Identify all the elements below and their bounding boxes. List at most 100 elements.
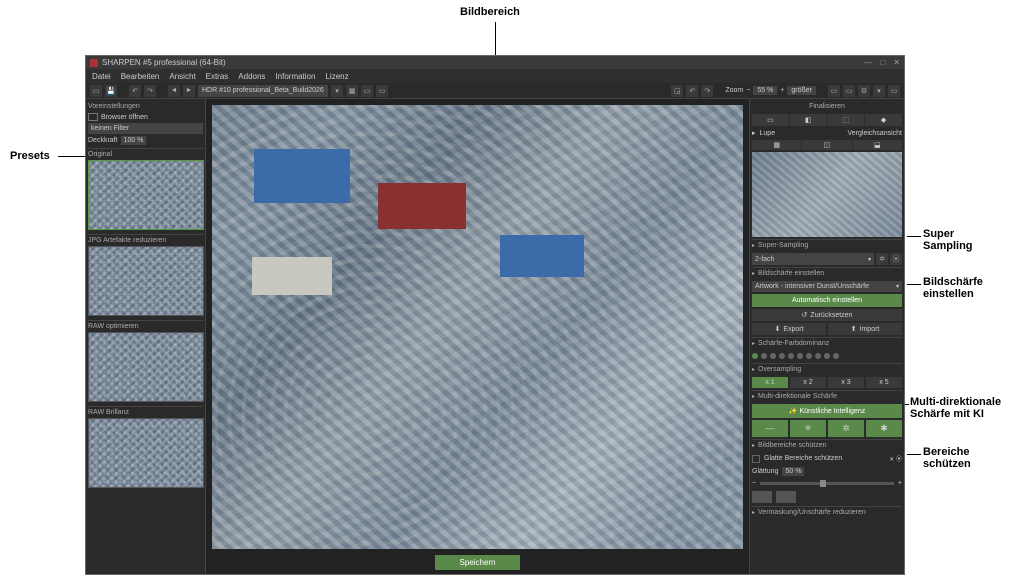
oversampling-heading[interactable]: Oversampling [752, 363, 902, 375]
image-viewport[interactable] [212, 105, 743, 549]
filter-select[interactable]: keinen Filter [88, 123, 203, 134]
protect-close-icon[interactable]: ✕ ⦿ [889, 454, 902, 463]
tool-grid-icon[interactable]: ▦ [346, 85, 358, 97]
menu-ansicht[interactable]: Ansicht [169, 72, 195, 81]
right-panel: Finalisieren ▭ ◧ ⬚ ◆ ▸ Lupe Vergleichsan… [749, 99, 904, 574]
tool-undo-icon[interactable]: ↶ [129, 85, 141, 97]
preview-mode-2[interactable]: ◫ [802, 140, 851, 150]
color-dominance-heading[interactable]: Schärfe-Farbdominanz [752, 337, 902, 349]
tool-redo-icon[interactable]: ↷ [144, 85, 156, 97]
supersampling-select[interactable]: 2-fach [752, 253, 874, 265]
menu-datei[interactable]: Datei [92, 72, 111, 81]
multidir-heading[interactable]: Multi-direktionale Schärfe [752, 390, 902, 402]
zoom-out-button[interactable]: − [746, 87, 750, 94]
tool-b-icon[interactable]: ▭ [376, 85, 388, 97]
ss-btn-b[interactable]: ⦿ [890, 253, 902, 265]
tool-dropdown-icon[interactable]: ▾ [331, 85, 343, 97]
tool-crop-icon[interactable]: ◲ [671, 85, 683, 97]
protect-checkbox[interactable] [752, 455, 760, 463]
masking-heading[interactable]: Vermaskung/Unschärfe reduzieren [752, 506, 902, 518]
tool-c-icon[interactable]: ▭ [828, 85, 840, 97]
opacity-value[interactable]: 100 % [121, 136, 147, 145]
smoothing-slider[interactable] [760, 482, 894, 485]
window-title: SHARPEN #5 professional (64-Bit) [102, 58, 226, 67]
lupe-label: Lupe [760, 130, 776, 137]
menu-extras[interactable]: Extras [206, 72, 229, 81]
annot-supersampling: Super Sampling [923, 228, 973, 252]
export-button[interactable]: ⬇Export [752, 323, 826, 335]
zoom-label: Zoom [725, 87, 743, 94]
tool-d-icon[interactable]: ▭ [843, 85, 855, 97]
preview-image[interactable] [752, 152, 902, 237]
annot-bildschaerfe: Bildschärfe einstellen [923, 276, 983, 300]
oversample-x5[interactable]: x 5 [866, 377, 902, 388]
import-button[interactable]: ⬆Import [828, 323, 902, 335]
right-tab-1[interactable]: ▭ [752, 114, 789, 126]
tool-save-icon[interactable]: 💾 [105, 85, 117, 97]
tool-f-icon[interactable]: ▾ [873, 85, 885, 97]
menu-lizenz[interactable]: Lizenz [325, 72, 348, 81]
thumb-b[interactable] [776, 491, 796, 503]
menu-information[interactable]: Information [275, 72, 315, 81]
compare-label[interactable]: Vergleichsansicht [848, 130, 902, 137]
annot-bildbereich: Bildbereich [460, 6, 520, 18]
right-tab-2[interactable]: ◧ [790, 114, 827, 126]
oversample-x2[interactable]: x 2 [790, 377, 826, 388]
toolbar: ▭ 💾 ↶ ↷ ◄ ► HDR #10 professional_Beta_Bu… [86, 83, 904, 99]
slider-plus[interactable]: + [898, 480, 902, 487]
browser-open-button[interactable]: Browser öffnen [101, 114, 148, 121]
browser-icon [88, 113, 98, 121]
annot-presets: Presets [10, 150, 50, 162]
smoothing-value[interactable]: 50 % [782, 467, 804, 476]
color-dots[interactable] [752, 351, 902, 361]
protect-heading[interactable]: Bildbereiche schützen [752, 439, 902, 451]
right-tab-4[interactable]: ◆ [865, 114, 902, 126]
annot-line [907, 284, 921, 285]
ss-btn-a[interactable]: ✲ [876, 253, 888, 265]
tool-prev-icon[interactable]: ◄ [168, 85, 180, 97]
save-button[interactable]: Speichern [435, 555, 519, 570]
tool-rotate-l-icon[interactable]: ↶ [686, 85, 698, 97]
dir-1[interactable]: — [752, 420, 788, 437]
preview-mode-3[interactable]: ⬓ [853, 140, 902, 150]
maximize-button[interactable]: □ [880, 58, 885, 67]
tool-e-icon[interactable]: ⚙ [858, 85, 870, 97]
preset-thumb-original[interactable] [88, 160, 204, 230]
tool-open-icon[interactable]: ▭ [90, 85, 102, 97]
tool-a-icon[interactable]: ▭ [361, 85, 373, 97]
oversample-x1[interactable]: x 1 [752, 377, 788, 388]
preset-thumb-raw-brill[interactable] [88, 418, 204, 488]
preset-section-raw-brill: RAW Brillanz [88, 406, 203, 418]
close-button[interactable]: ✕ [893, 58, 900, 67]
tool-g-icon[interactable]: ▭ [888, 85, 900, 97]
preset-section-jpg: JPG Artefakte reduzieren [88, 234, 203, 246]
supersampling-heading[interactable]: Super-Sampling [752, 239, 902, 251]
artwork-select[interactable]: Artwork - intensiver Dunst/Unschärfe [752, 281, 902, 292]
tool-rotate-r-icon[interactable]: ↷ [701, 85, 713, 97]
preview-mode-1[interactable]: ▦ [752, 140, 801, 150]
slider-minus[interactable]: − [752, 480, 756, 487]
minimize-button[interactable]: — [864, 58, 872, 67]
toolbar-path[interactable]: HDR #10 professional_Beta_Build2026 [198, 85, 328, 97]
dir-4[interactable]: ✱ [866, 420, 902, 437]
preset-thumb-raw-opt[interactable] [88, 332, 204, 402]
left-panel: Voreinstellungen Browser öffnen keinen F… [86, 99, 206, 574]
zoom-controls: Zoom − 55 % + größer [725, 86, 816, 95]
zoom-compare[interactable]: größer [787, 86, 816, 95]
zoom-in-button[interactable]: + [780, 87, 784, 94]
auto-adjust-button[interactable]: Automatisch einstellen [752, 294, 902, 307]
thumb-a[interactable] [752, 491, 772, 503]
tool-next-icon[interactable]: ► [183, 85, 195, 97]
ai-button[interactable]: ✨ Künstliche Intelligenz [752, 404, 902, 418]
menu-bearbeiten[interactable]: Bearbeiten [121, 72, 160, 81]
dir-3[interactable]: ✲ [828, 420, 864, 437]
preset-thumb-jpg[interactable] [88, 246, 204, 316]
reset-button[interactable]: ↺Zurücksetzen [752, 309, 902, 321]
dir-2[interactable]: ✳ [790, 420, 826, 437]
app-window: SHARPEN #5 professional (64-Bit) — □ ✕ D… [85, 55, 905, 575]
oversample-x3[interactable]: x 3 [828, 377, 864, 388]
menu-addons[interactable]: Addons [238, 72, 265, 81]
sharpness-heading[interactable]: Bildschärfe einstellen [752, 267, 902, 279]
zoom-value[interactable]: 55 % [753, 86, 777, 95]
right-tab-3[interactable]: ⬚ [828, 114, 865, 126]
